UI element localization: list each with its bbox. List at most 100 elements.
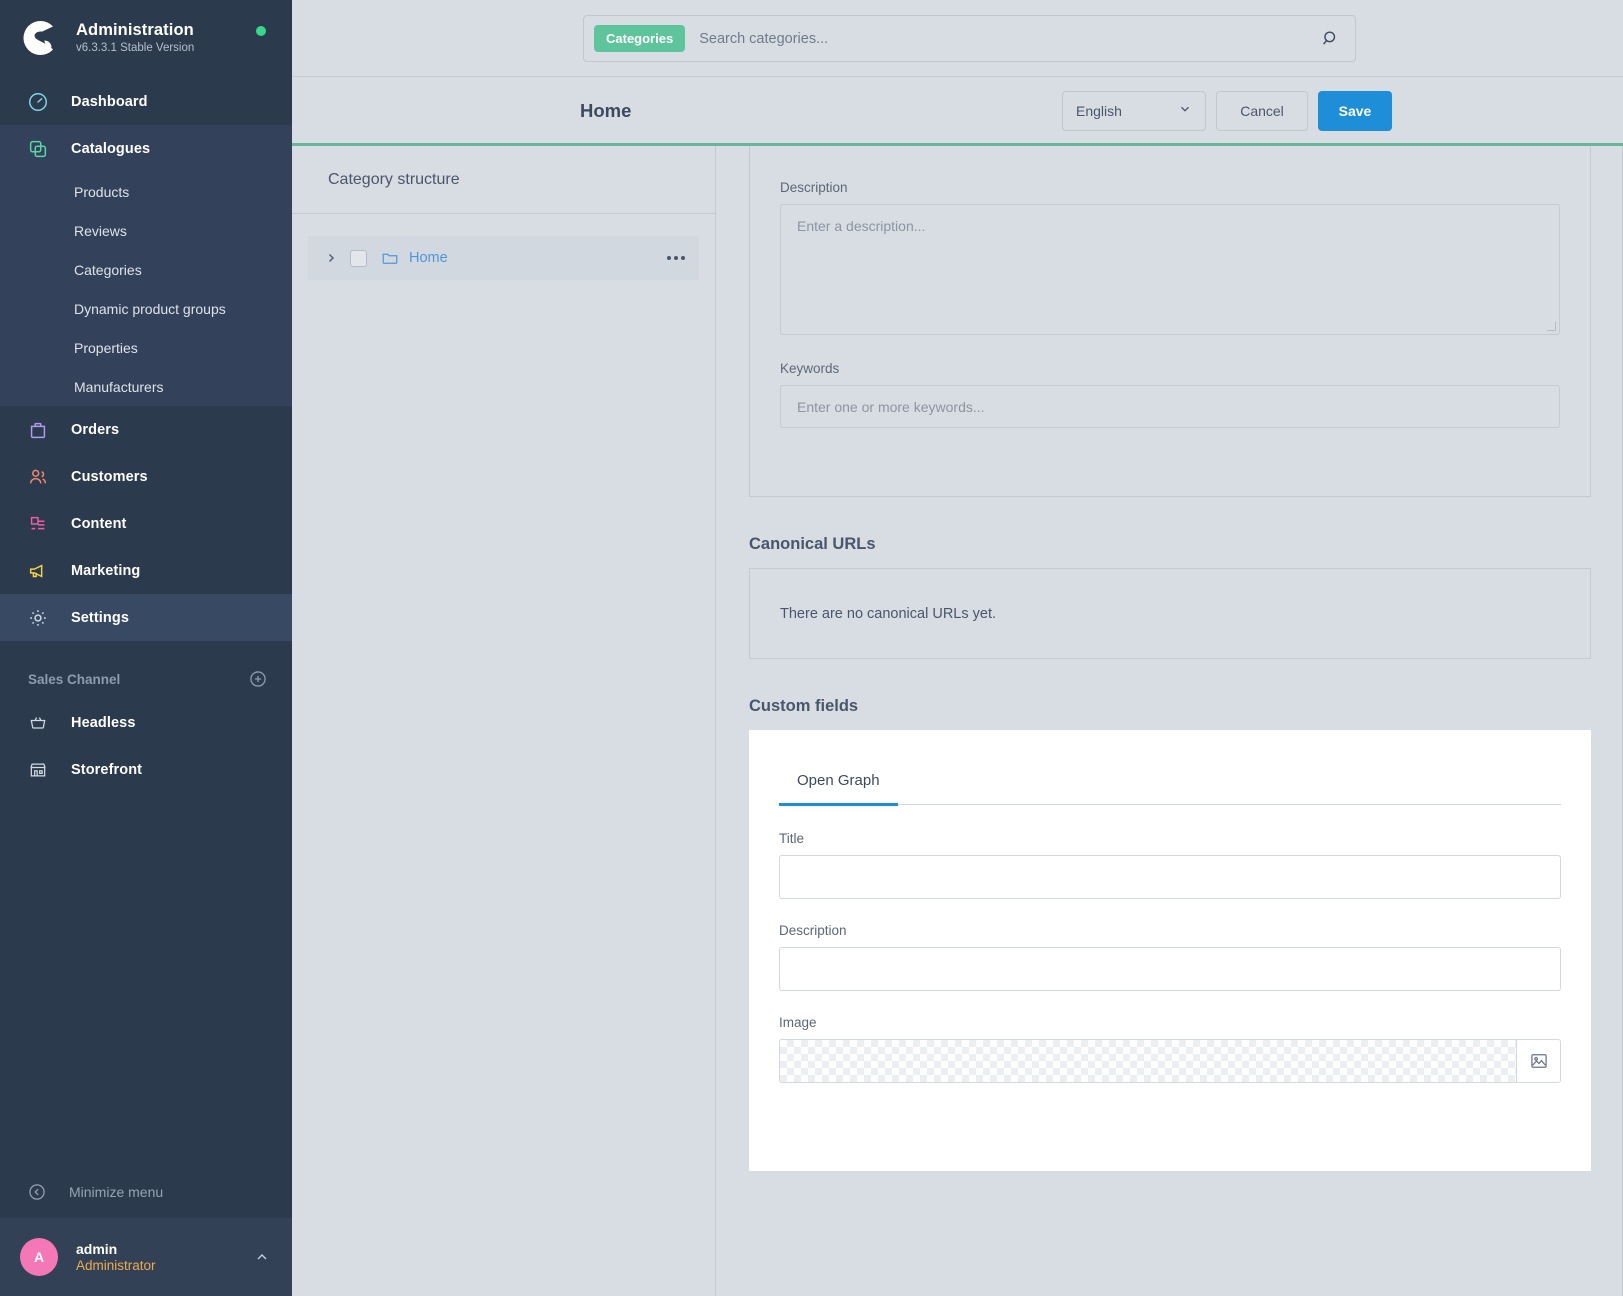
og-image-label: Image <box>779 1015 817 1030</box>
search-icon[interactable] <box>1313 22 1347 56</box>
seo-url-input-partial[interactable] <box>750 146 1590 154</box>
folder-icon <box>381 249 399 267</box>
description-placeholder: Enter a description... <box>797 218 926 234</box>
sidebar-item-headless[interactable]: Headless <box>0 699 292 746</box>
app-root: Administration v6.3.3.1 Stable Version D… <box>0 0 1623 1296</box>
sidebar-item-dynamic-product-groups[interactable]: Dynamic product groups <box>0 289 292 328</box>
minimize-menu-button[interactable]: Minimize menu <box>0 1166 292 1218</box>
user-name: admin <box>76 1241 118 1257</box>
sidebar-subitem-label: Categories <box>74 261 142 278</box>
sidebar-item-label: Settings <box>71 609 129 626</box>
sidebar-item-reviews[interactable]: Reviews <box>0 211 292 250</box>
main-navigation: Dashboard Catalogues Products Reviews Ca… <box>0 78 292 1166</box>
og-title-field: Title <box>779 831 1561 899</box>
page-toolbar: Home English Cancel Save <box>292 77 1623 144</box>
sidebar-item-categories[interactable]: Categories <box>0 250 292 289</box>
search-input[interactable] <box>685 29 1313 48</box>
sidebar-item-catalogues[interactable]: Catalogues <box>0 125 292 172</box>
sidebar-item-manufacturers[interactable]: Manufacturers <box>0 367 292 406</box>
collapse-icon <box>27 1182 47 1202</box>
custom-fields-title: Custom fields <box>749 697 859 715</box>
sidebar-item-customers[interactable]: Customers <box>0 453 292 500</box>
keywords-input[interactable]: Enter one or more keywords... <box>780 385 1560 428</box>
tab-open-graph[interactable]: Open Graph <box>779 772 898 806</box>
sidebar-item-label: Customers <box>71 468 148 485</box>
content-area: Category structure Home Description Ente… <box>292 146 1623 1296</box>
og-image-picker[interactable] <box>779 1039 1561 1083</box>
toolbar-actions: English Cancel Save <box>1062 90 1392 131</box>
content-icon <box>25 511 51 537</box>
og-description-input[interactable] <box>779 947 1561 991</box>
gear-icon <box>25 605 51 631</box>
og-description-label: Description <box>779 923 847 938</box>
sidebar-item-storefront[interactable]: Storefront <box>0 746 292 793</box>
chevron-up-icon[interactable] <box>254 1249 270 1265</box>
top-bar: Categories <box>292 0 1623 77</box>
keywords-field: Keywords Enter one or more keywords... <box>780 361 1560 428</box>
sidebar-item-label: Catalogues <box>71 140 151 157</box>
global-search: Categories <box>583 15 1356 62</box>
category-detail-panel: Description Enter a description... Keywo… <box>717 146 1623 1296</box>
image-icon[interactable] <box>1516 1040 1560 1082</box>
resize-handle[interactable] <box>1547 322 1556 331</box>
sidebar-item-properties[interactable]: Properties <box>0 328 292 367</box>
og-title-input[interactable] <box>779 855 1561 899</box>
minimize-menu-label: Minimize menu <box>69 1184 164 1200</box>
description-field: Description Enter a description... <box>780 180 1560 335</box>
keywords-placeholder: Enter one or more keywords... <box>797 398 985 415</box>
sales-channel-header: Sales Channel <box>0 659 292 699</box>
sidebar-item-settings[interactable]: Settings <box>0 594 292 641</box>
description-label: Description <box>780 180 848 195</box>
description-textarea[interactable]: Enter a description... <box>780 204 1560 335</box>
sidebar-item-content[interactable]: Content <box>0 500 292 547</box>
custom-fields-tabs: Open Graph <box>779 772 1561 806</box>
shopware-logo-icon <box>20 18 60 58</box>
sidebar-item-label: Content <box>71 515 127 532</box>
sidebar-item-dashboard[interactable]: Dashboard <box>0 78 292 125</box>
sidebar-item-label: Headless <box>71 714 136 731</box>
sidebar-item-label: Marketing <box>71 562 141 579</box>
users-icon <box>25 464 51 490</box>
cancel-button[interactable]: Cancel <box>1216 90 1308 131</box>
category-structure-heading: Category structure <box>292 146 715 214</box>
gauge-icon <box>25 89 51 115</box>
tree-row-checkbox[interactable] <box>350 249 367 267</box>
sidebar-subitem-label: Products <box>74 183 130 200</box>
chevron-right-icon[interactable] <box>322 252 340 264</box>
sidebar-item-orders[interactable]: Orders <box>0 406 292 453</box>
brand-title: Administration <box>76 20 194 39</box>
language-select[interactable]: English <box>1062 90 1206 131</box>
language-select-value: English <box>1076 102 1122 119</box>
avatar: A <box>20 1238 58 1276</box>
megaphone-icon <box>25 558 51 584</box>
sidebar-subitem-label: Reviews <box>74 222 127 239</box>
plus-circle-icon[interactable] <box>248 669 268 689</box>
tree-row[interactable]: Home <box>308 236 699 280</box>
sidebar-subitem-label: Dynamic product groups <box>74 300 226 317</box>
seo-card: Description Enter a description... Keywo… <box>749 146 1591 497</box>
sidebar-item-label: Storefront <box>71 761 143 778</box>
keywords-label: Keywords <box>780 361 840 376</box>
user-menu[interactable]: A admin Administrator <box>0 1218 292 1296</box>
og-image-field: Image <box>779 1015 1561 1083</box>
canonical-urls-title: Canonical URLs <box>749 535 876 553</box>
category-structure-panel: Category structure Home <box>292 146 716 1296</box>
brand-header: Administration v6.3.3.1 Stable Version <box>0 0 292 78</box>
sidebar-item-marketing[interactable]: Marketing <box>0 547 292 594</box>
search-scope-chip[interactable]: Categories <box>594 25 686 52</box>
save-button[interactable]: Save <box>1318 90 1392 131</box>
basket-icon <box>25 710 51 736</box>
sidebar-item-label: Dashboard <box>71 93 148 110</box>
status-dot-icon <box>256 26 266 36</box>
og-image-preview[interactable] <box>780 1040 1516 1082</box>
sidebar-subitem-label: Manufacturers <box>74 378 164 395</box>
sales-channel-heading: Sales Channel <box>28 671 121 687</box>
brand-version: v6.3.3.1 Stable Version <box>76 41 195 54</box>
ellipsis-icon[interactable] <box>667 256 685 260</box>
og-description-field: Description <box>779 923 1561 991</box>
sidebar-item-products[interactable]: Products <box>0 172 292 211</box>
sidebar: Administration v6.3.3.1 Stable Version D… <box>0 0 292 1296</box>
og-title-label: Title <box>779 831 805 846</box>
sidebar-group-catalogues: Catalogues Products Reviews Categories D… <box>0 125 292 406</box>
page-title: Home <box>580 99 632 121</box>
